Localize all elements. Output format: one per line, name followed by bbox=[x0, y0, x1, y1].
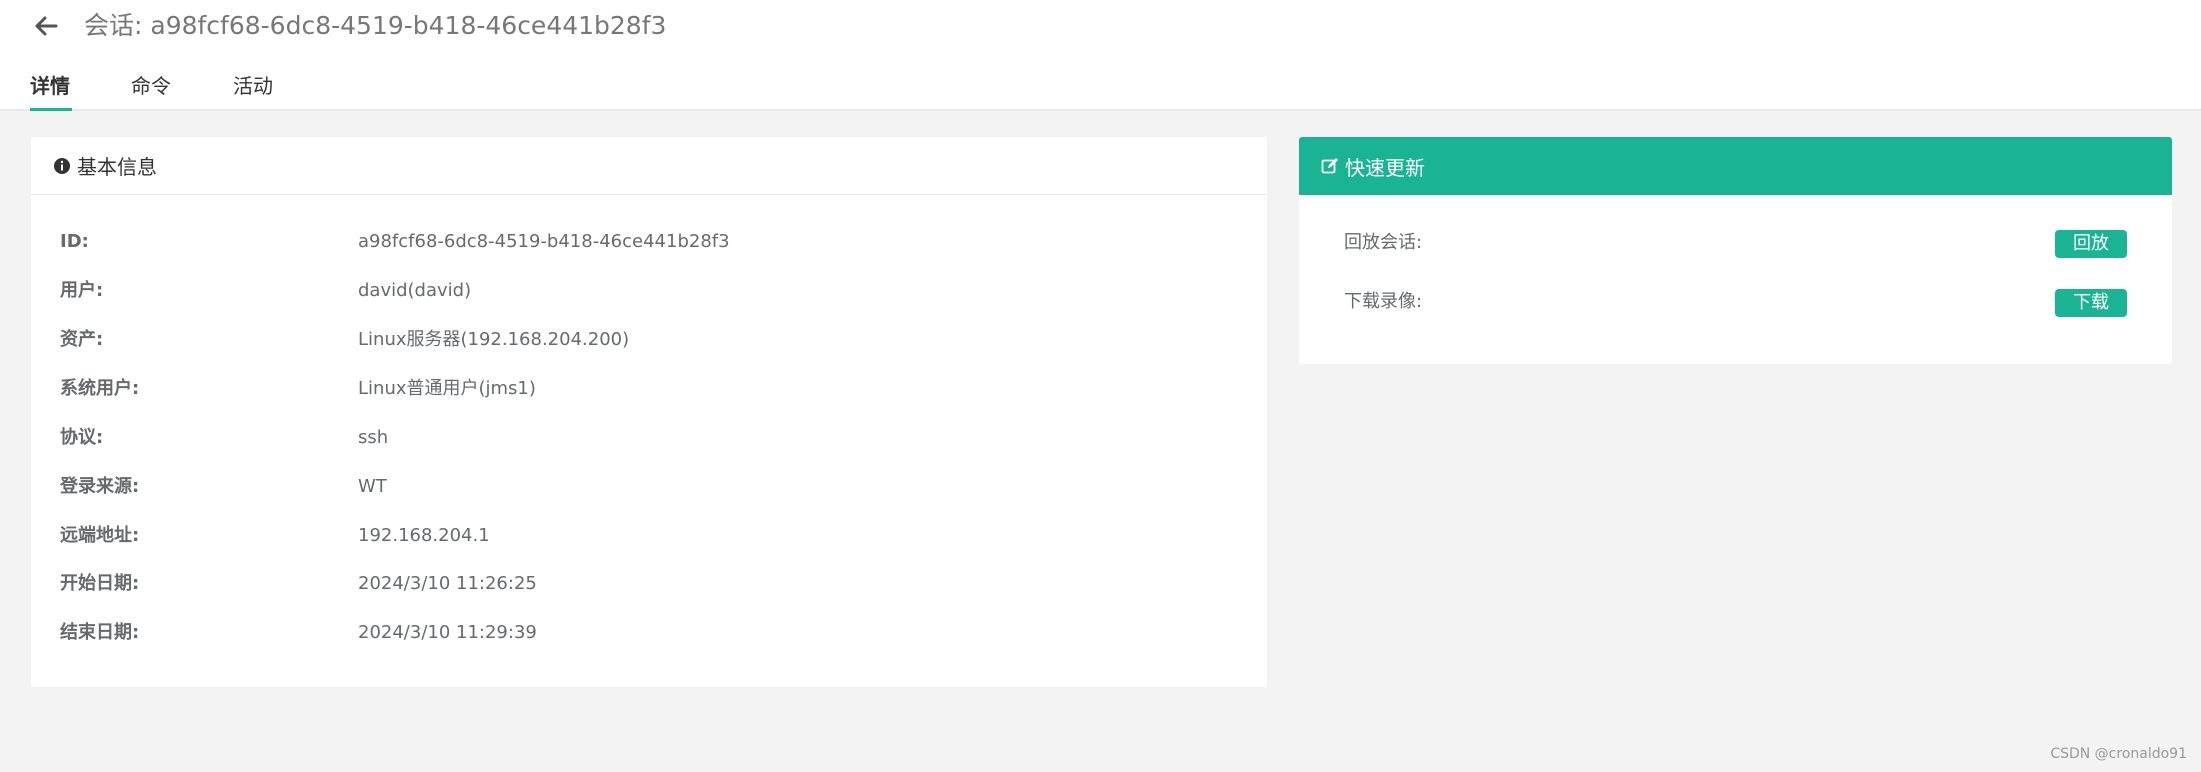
info-row-user: 用户: david(david) bbox=[31, 276, 1267, 306]
tab-commands[interactable]: 命令 bbox=[131, 72, 171, 100]
info-value: 2024/3/10 11:26:25 bbox=[358, 573, 537, 594]
active-tab-indicator bbox=[30, 108, 72, 111]
info-row-protocol: 协议: ssh bbox=[31, 423, 1267, 453]
basic-info-title: 基本信息 bbox=[77, 155, 157, 179]
info-row-end-date: 结束日期: 2024/3/10 11:29:39 bbox=[31, 618, 1267, 648]
quick-update-title: 快速更新 bbox=[1345, 155, 1425, 180]
info-row-system-user: 系统用户: Linux普通用户(jms1) bbox=[31, 374, 1267, 404]
info-value: david(david) bbox=[358, 280, 472, 301]
info-row-start-date: 开始日期: 2024/3/10 11:26:25 bbox=[31, 569, 1267, 599]
info-label: 协议: bbox=[60, 427, 104, 448]
info-value: ssh bbox=[358, 427, 389, 448]
back-button[interactable] bbox=[30, 10, 62, 42]
quick-row-download: 下载录像: 下载 bbox=[1299, 287, 2172, 317]
info-label: 系统用户: bbox=[60, 378, 140, 399]
basic-info-header: 基本信息 bbox=[31, 137, 1267, 195]
info-row-login-source: 登录来源: WT bbox=[31, 472, 1267, 502]
info-value: 2024/3/10 11:29:39 bbox=[358, 622, 537, 643]
info-label: 远端地址: bbox=[60, 525, 140, 546]
info-row-remote-address: 远端地址: 192.168.204.1 bbox=[31, 521, 1267, 551]
tab-activity[interactable]: 活动 bbox=[233, 72, 273, 100]
quick-update-header: 快速更新 bbox=[1299, 137, 2172, 195]
quick-update-panel: 快速更新 回放会话: 回放 下载录像: 下载 bbox=[1299, 137, 2172, 364]
info-row-asset: 资产: Linux服务器(192.168.204.200) bbox=[31, 325, 1267, 355]
info-circle-icon bbox=[54, 157, 70, 174]
info-value: Linux普通用户(jms1) bbox=[358, 378, 536, 399]
info-label: 资产: bbox=[60, 329, 104, 350]
info-value: Linux服务器(192.168.204.200) bbox=[358, 329, 630, 350]
arrow-left-icon bbox=[35, 16, 58, 36]
info-row-id: ID: a98fcf68-6dc8-4519-b418-46ce441b28f3 bbox=[31, 227, 1267, 257]
quick-row-replay: 回放会话: 回放 bbox=[1299, 228, 2172, 258]
tab-details[interactable]: 详情 bbox=[30, 72, 70, 100]
basic-info-panel: 基本信息 ID: a98fcf68-6dc8-4519-b418-46ce441… bbox=[31, 137, 1267, 687]
replay-session-label: 回放会话: bbox=[1344, 232, 1423, 253]
info-label: 用户: bbox=[60, 280, 104, 301]
replay-button[interactable]: 回放 bbox=[2055, 230, 2127, 258]
watermark: CSDN @cronaldo91 bbox=[2050, 746, 2187, 762]
page-header: 会话: a98fcf68-6dc8-4519-b418-46ce441b28f3… bbox=[0, 0, 2201, 111]
info-value: WT bbox=[358, 476, 387, 497]
info-value: a98fcf68-6dc8-4519-b418-46ce441b28f3 bbox=[358, 231, 730, 252]
info-label: 开始日期: bbox=[60, 573, 140, 594]
page-title: 会话: a98fcf68-6dc8-4519-b418-46ce441b28f3 bbox=[84, 11, 667, 40]
info-value: 192.168.204.1 bbox=[358, 525, 490, 546]
download-button[interactable]: 下载 bbox=[2055, 289, 2127, 317]
download-recording-label: 下载录像: bbox=[1344, 291, 1423, 312]
info-label: 登录来源: bbox=[60, 476, 140, 497]
info-label: ID: bbox=[60, 231, 89, 252]
edit-icon bbox=[1321, 158, 1338, 174]
info-label: 结束日期: bbox=[60, 622, 140, 643]
